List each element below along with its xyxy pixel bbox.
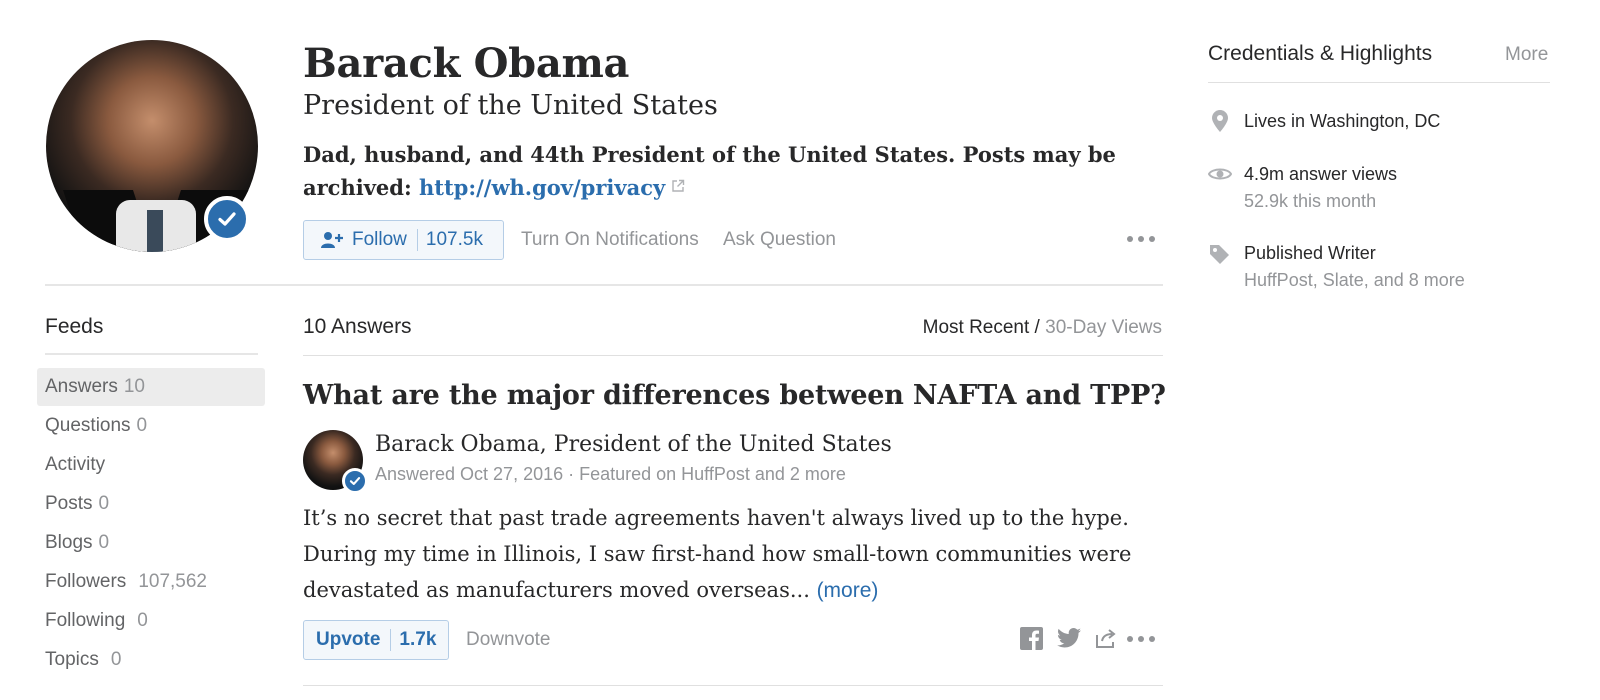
verified-badge-icon — [204, 196, 250, 242]
feeds-divider — [45, 353, 258, 355]
sort-30-day-views[interactable]: 30-Day Views — [1045, 317, 1162, 338]
sort-controls: Most Recent / 30-Day Views — [922, 317, 1162, 338]
answer-excerpt: It’s no secret that past trade agreement… — [303, 506, 1132, 602]
eye-icon — [1207, 166, 1233, 187]
upvote-button[interactable]: Upvote 1.7k — [303, 620, 449, 660]
external-link-icon — [671, 170, 685, 201]
share-icon[interactable] — [1094, 627, 1118, 654]
profile-name: Barack Obama — [303, 40, 630, 87]
sidebar-item-following[interactable]: Following 0 — [37, 602, 265, 640]
upvote-count: 1.7k — [399, 629, 437, 650]
location-pin-icon — [1212, 110, 1228, 137]
credential-location: Lives in Washington, DC — [1244, 111, 1441, 131]
follow-label: Follow — [352, 229, 407, 250]
facebook-icon[interactable] — [1020, 627, 1043, 655]
credential-writer: Published Writer — [1244, 243, 1376, 263]
follower-count: 107.5k — [425, 229, 483, 250]
follow-button[interactable]: Follow 107.5k — [303, 220, 504, 260]
answer-meta: Answered Oct 27, 2016 · Featured on Huff… — [375, 464, 846, 484]
answers-heading: 10 Answers — [303, 315, 412, 338]
add-user-icon — [320, 230, 344, 250]
profile-bio: Dad, husband, and 44th President of the … — [303, 139, 1123, 203]
sidebar-item-posts[interactable]: Posts 0 — [37, 485, 265, 523]
more-dots-icon[interactable] — [1127, 636, 1155, 642]
sort-most-recent[interactable]: Most Recent — [923, 317, 1030, 338]
credential-views: 4.9m answer views — [1244, 164, 1398, 184]
profile-avatar[interactable] — [46, 40, 258, 252]
sidebar-item-topics[interactable]: Topics 0 — [37, 641, 265, 679]
bio-privacy-link[interactable]: http://wh.gov/privacy — [419, 175, 665, 200]
more-dots-icon[interactable] — [1127, 236, 1155, 242]
twitter-icon[interactable] — [1057, 627, 1081, 654]
sidebar-item-followers[interactable]: Followers 107,562 — [37, 563, 265, 601]
credential-writer-sub[interactable]: HuffPost, Slate, and 8 more — [1244, 270, 1465, 291]
author-avatar[interactable] — [303, 430, 368, 494]
ask-question-button[interactable]: Ask Question — [723, 229, 836, 251]
credentials-divider — [1208, 82, 1550, 83]
sidebar-item-activity[interactable]: Activity — [37, 446, 265, 484]
more-link[interactable]: (more) — [817, 579, 879, 602]
answer-divider — [303, 685, 1163, 686]
feeds-title: Feeds — [45, 315, 104, 338]
credentials-more-link[interactable]: More — [1505, 44, 1548, 66]
answers-divider — [303, 355, 1163, 356]
author-name[interactable]: Barack Obama, President of the United St… — [375, 432, 892, 457]
notifications-button[interactable]: Turn On Notifications — [521, 229, 699, 251]
credentials-title: Credentials & Highlights — [1208, 42, 1433, 65]
profile-title: President of the United States — [303, 90, 718, 121]
verified-badge-icon — [342, 468, 368, 494]
question-title[interactable]: What are the major differences between N… — [303, 380, 1166, 411]
sidebar-item-answers[interactable]: Answers 10 — [37, 368, 265, 406]
tag-icon — [1208, 243, 1230, 270]
header-divider — [45, 284, 1163, 286]
credential-views-sub: 52.9k this month — [1244, 191, 1377, 211]
sidebar-item-questions[interactable]: Questions 0 — [37, 407, 265, 445]
downvote-button[interactable]: Downvote — [466, 629, 551, 651]
sidebar-item-blogs[interactable]: Blogs 0 — [37, 524, 265, 562]
